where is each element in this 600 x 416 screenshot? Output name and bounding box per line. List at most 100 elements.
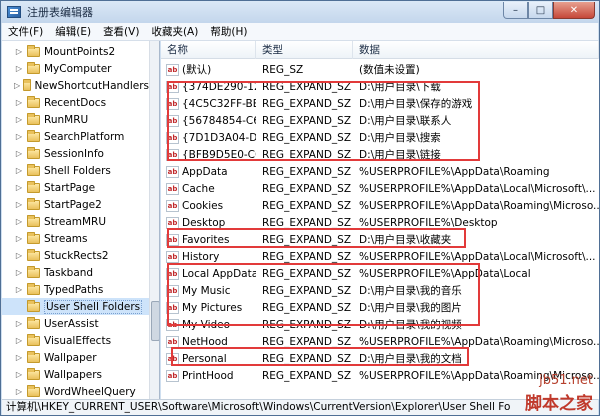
registry-tree[interactable]: ▷ MountPoints2 ▷ MyComputer ▷ NewShortcutHand… xyxy=(2,41,160,399)
tree-item[interactable]: ▷ SearchPlatform xyxy=(2,128,149,145)
tree-item[interactable]: ▷ Wallpaper xyxy=(2,349,149,366)
expand-arrow-icon[interactable]: ▷ xyxy=(14,149,24,158)
value-row[interactable]: ab PrintHood REG_EXPAND_SZ %USERPROFILE%\Ap… xyxy=(161,367,599,384)
tree-item-label: RunMRU xyxy=(44,113,89,126)
value-name-cell: ab History xyxy=(161,250,256,263)
tree-item-label: StreamMRU xyxy=(44,215,107,228)
value-row[interactable]: ab Cookies REG_EXPAND_SZ %USERPROFILE%\AppD… xyxy=(161,197,599,214)
value-name-cell: ab Desktop xyxy=(161,216,256,229)
column-header-type[interactable]: 类型 xyxy=(256,41,353,59)
menu-help[interactable]: 帮助(H) xyxy=(204,24,253,39)
tree-item[interactable]: ▷ VisualEffects xyxy=(2,332,149,349)
value-name: {374DE290-12... xyxy=(182,80,256,93)
value-type: REG_EXPAND_SZ xyxy=(262,318,352,331)
column-header-data[interactable]: 数据 xyxy=(353,41,599,59)
value-row[interactable]: ab{7D1D3A04-DE... REG_EXPAND_SZ D:\用户目录\搜索 xyxy=(161,129,599,146)
folder-icon xyxy=(27,316,40,329)
tree-item[interactable]: ▷ TypedPaths xyxy=(2,281,149,298)
tree-item[interactable]: ▷ StartPage xyxy=(2,179,149,196)
expand-arrow-icon[interactable]: ▷ xyxy=(14,370,24,379)
tree-item[interactable]: ▷ StartPage2 xyxy=(2,196,149,213)
value-row[interactable]: ab My Pictures REG_EXPAND_SZ D:\用户目录\我的图片 xyxy=(161,299,599,316)
minimize-button[interactable]: – xyxy=(503,2,528,19)
tree-item[interactable]: ▷ Shell Folders xyxy=(2,162,149,179)
string-value-icon: ab xyxy=(166,165,179,178)
value-row[interactable]: ab Cache REG_EXPAND_SZ %USERPROFILE%\AppDat… xyxy=(161,180,599,197)
value-name: {7D1D3A04-DE... xyxy=(182,131,256,144)
tree-item[interactable]: ▷ UserAssist xyxy=(2,315,149,332)
menu-view[interactable]: 查看(V) xyxy=(97,24,145,39)
expand-arrow-icon[interactable]: ▷ xyxy=(14,336,24,345)
tree-item[interactable]: ▷ SessionInfo xyxy=(2,145,149,162)
maximize-button[interactable]: □ xyxy=(528,2,553,19)
title-bar: 注册表编辑器 – □ ✕ xyxy=(1,1,599,23)
value-data: D:\用户目录\我的图片 xyxy=(359,302,462,314)
value-name-cell: ab PrintHood xyxy=(161,369,256,382)
expand-arrow-icon[interactable]: ▷ xyxy=(14,132,24,141)
expand-arrow-icon[interactable]: ▷ xyxy=(14,251,24,260)
value-row[interactable]: ab AppData REG_EXPAND_SZ %USERPROFILE%\AppD… xyxy=(161,163,599,180)
folder-icon xyxy=(27,282,40,295)
string-value-icon: ab xyxy=(166,63,179,76)
value-data: %USERPROFILE%\AppData\Local xyxy=(359,267,531,280)
value-data: %USERPROFILE%\Desktop xyxy=(359,216,498,229)
tree-item[interactable]: ▷ RecentDocs xyxy=(2,94,149,111)
expand-arrow-icon[interactable]: ▷ xyxy=(14,319,24,328)
tree-item[interactable]: ▷ StreamMRU xyxy=(2,213,149,230)
menu-file[interactable]: 文件(F) xyxy=(2,24,49,39)
tree-item[interactable]: ▷ StuckRects2 xyxy=(2,247,149,264)
expand-arrow-icon[interactable]: ▷ xyxy=(14,285,24,294)
value-row[interactable]: ab History REG_EXPAND_SZ %USERPROFILE%\AppD… xyxy=(161,248,599,265)
expand-arrow-icon[interactable]: ▷ xyxy=(14,200,24,209)
menu-favorites[interactable]: 收藏夹(A) xyxy=(145,24,204,39)
value-row[interactable]: ab My Music REG_EXPAND_SZ D:\用户目录\我的音乐 xyxy=(161,282,599,299)
folder-icon xyxy=(27,146,40,159)
expand-arrow-icon[interactable]: ▷ xyxy=(14,234,24,243)
watermark-site: jb51.net xyxy=(539,373,593,388)
value-name: NetHood xyxy=(182,335,228,348)
expand-arrow-icon[interactable]: ▷ xyxy=(14,353,24,362)
values-list[interactable]: 名称 类型 数据 ab (默认) REG_SZ (数值未设置) ab {374DE290-… xyxy=(161,41,599,399)
value-row[interactable]: ab My Video REG_EXPAND_SZ D:\用户目录\我的视频 xyxy=(161,316,599,333)
value-row[interactable]: ab (默认) REG_SZ (数值未设置) xyxy=(161,61,599,78)
string-value-icon: ab xyxy=(166,369,179,382)
tree-item[interactable]: ▷ WordWheelQuery xyxy=(2,383,149,399)
value-row[interactable]: ab{BFB9D5E0-C6... REG_EXPAND_SZ D:\用户目录\链接 xyxy=(161,146,599,163)
expand-arrow-icon[interactable]: ▷ xyxy=(14,217,24,226)
value-name: Cookies xyxy=(182,199,224,212)
tree-item[interactable]: User Shell Folders xyxy=(2,298,149,315)
expand-arrow-icon[interactable]: ▷ xyxy=(14,98,24,107)
tree-scroll-thumb[interactable] xyxy=(151,301,159,341)
value-row[interactable]: ab Desktop REG_EXPAND_SZ %USERPROFILE%\Desk… xyxy=(161,214,599,231)
expand-arrow-icon[interactable]: ▷ xyxy=(14,47,24,56)
expand-arrow-icon[interactable]: ▷ xyxy=(14,64,24,73)
tree-item[interactable]: ▷ NewShortcutHandlers xyxy=(2,77,149,94)
menu-edit[interactable]: 编辑(E) xyxy=(49,24,97,39)
expand-arrow-icon[interactable]: ▷ xyxy=(14,268,24,277)
value-row[interactable]: ab NetHood REG_EXPAND_SZ %USERPROFILE%\AppD… xyxy=(161,333,599,350)
folder-icon xyxy=(27,299,40,312)
column-header-name[interactable]: 名称 xyxy=(161,41,256,59)
folder-icon xyxy=(27,231,40,244)
expand-arrow-icon[interactable]: ▷ xyxy=(14,387,24,396)
value-row[interactable]: ab{374DE290-12... REG_EXPAND_SZ D:\用户目录\下载 xyxy=(161,78,599,95)
tree-scrollbar[interactable] xyxy=(149,41,159,399)
expand-arrow-icon[interactable]: ▷ xyxy=(14,81,20,90)
tree-item[interactable]: ▷ Wallpapers xyxy=(2,366,149,383)
tree-item[interactable]: ▷ Streams xyxy=(2,230,149,247)
value-row[interactable]: ab Favorites REG_EXPAND_SZ D:\用户目录\收藏夹 xyxy=(161,231,599,248)
value-row[interactable]: ab{4C5C32FF-BB... REG_EXPAND_SZ D:\用户目录\保存… xyxy=(161,95,599,112)
tree-item[interactable]: ▷ Taskband xyxy=(2,264,149,281)
value-row[interactable]: ab Local AppData REG_EXPAND_SZ %USERPROFILE… xyxy=(161,265,599,282)
close-button[interactable]: ✕ xyxy=(553,2,595,19)
tree-item[interactable]: ▷ MountPoints2 xyxy=(2,43,149,60)
expand-arrow-icon[interactable]: ▷ xyxy=(14,115,24,124)
expand-arrow-icon[interactable]: ▷ xyxy=(14,166,24,175)
tree-item-label: NewShortcutHandlers xyxy=(34,79,149,92)
expand-arrow-icon[interactable]: ▷ xyxy=(14,183,24,192)
regedit-icon xyxy=(7,6,21,18)
tree-item[interactable]: ▷ MyComputer xyxy=(2,60,149,77)
value-row[interactable]: ab{56784854-C6... REG_EXPAND_SZ D:\用户目录\联系… xyxy=(161,112,599,129)
tree-item[interactable]: ▷ RunMRU xyxy=(2,111,149,128)
value-row[interactable]: ab Personal REG_EXPAND_SZ D:\用户目录\我的文档 xyxy=(161,350,599,367)
